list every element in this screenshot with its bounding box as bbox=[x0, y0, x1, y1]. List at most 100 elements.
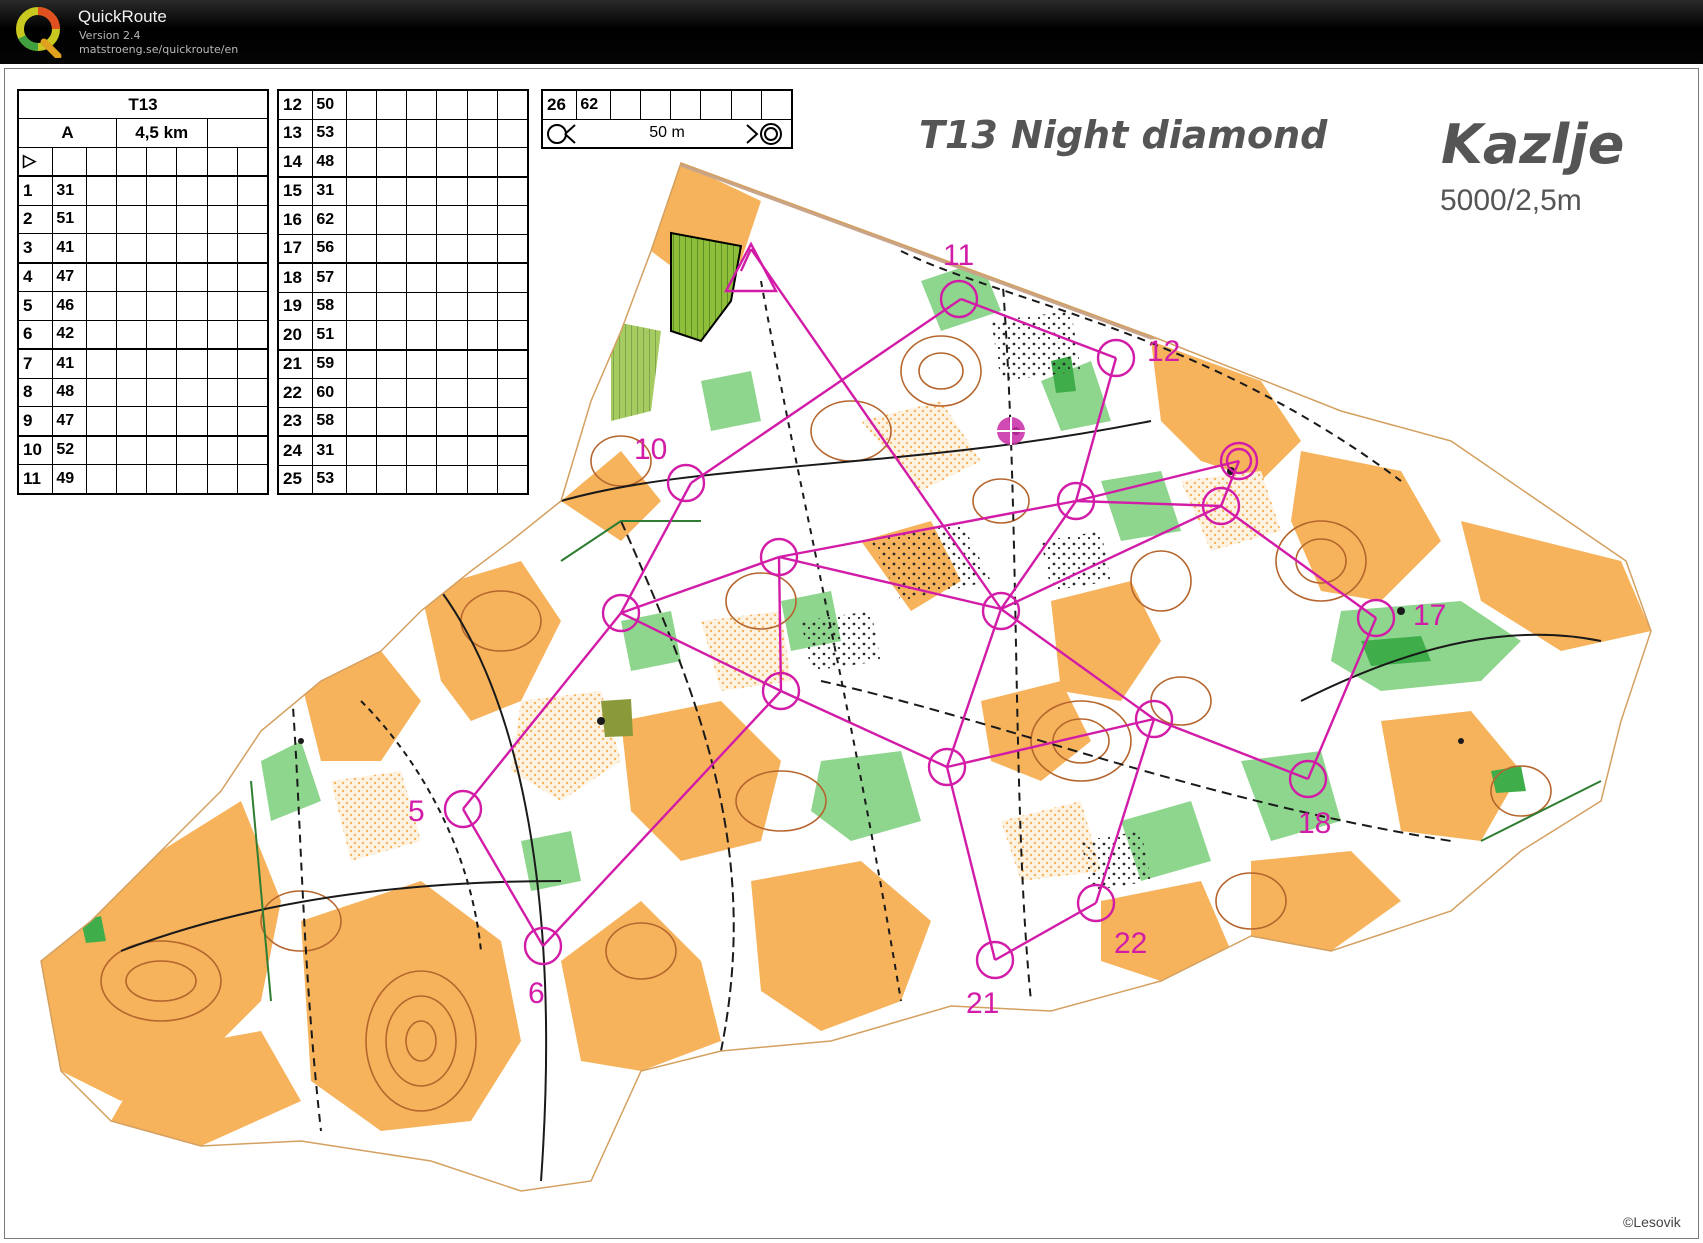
description-cell bbox=[85, 406, 117, 436]
description-cell bbox=[760, 89, 793, 120]
finish-circle-icon bbox=[746, 122, 782, 145]
description-cell bbox=[436, 118, 468, 148]
control-code: 50 bbox=[312, 89, 347, 120]
description-cell bbox=[436, 233, 468, 264]
control-label: 21 bbox=[966, 987, 999, 1020]
description-cell bbox=[206, 435, 238, 465]
description-cell bbox=[176, 406, 208, 436]
description-cell bbox=[496, 89, 529, 120]
description-cell bbox=[406, 320, 438, 350]
description-cell bbox=[436, 435, 468, 466]
control-code: 47 bbox=[52, 262, 87, 292]
description-cell bbox=[176, 319, 208, 350]
description-cell bbox=[236, 233, 269, 263]
description-cell bbox=[115, 348, 148, 379]
control-row: 11 49 bbox=[17, 464, 269, 494]
control-label: 5 bbox=[408, 795, 425, 828]
description-cell bbox=[496, 262, 529, 293]
description-cell bbox=[406, 118, 438, 148]
control-number: 23 bbox=[277, 406, 314, 437]
control-code: 62 bbox=[312, 205, 347, 235]
description-cell bbox=[206, 406, 238, 436]
control-number: 5 bbox=[17, 291, 54, 321]
map-scale-info: 5000/2,5m bbox=[1440, 184, 1582, 217]
control-number: 16 bbox=[277, 205, 314, 235]
control-number: 24 bbox=[277, 435, 314, 466]
control-code: 53 bbox=[312, 464, 347, 495]
description-cell bbox=[176, 175, 208, 206]
map-view[interactable]: 5 6 10 11 12 17 18 21 22 T13 A 4,5 km ▷ … bbox=[4, 68, 1699, 1239]
control-row: 10 52 bbox=[17, 435, 269, 465]
card-length: 4,5 km bbox=[115, 118, 208, 148]
app-version: Version 2.4 bbox=[79, 29, 141, 42]
description-cell bbox=[146, 464, 178, 494]
description-cell bbox=[436, 406, 468, 437]
finish-distance: 50 m bbox=[649, 124, 685, 142]
control-row: 8 48 bbox=[17, 377, 269, 407]
description-cell bbox=[496, 233, 529, 264]
control-description-card: T13 A 4,5 km ▷ 1 31 2 51 3 41 4 47 5 46 6 42 7 41 8 48 9… bbox=[17, 89, 269, 495]
description-cell bbox=[496, 406, 529, 437]
description-cell bbox=[85, 435, 117, 465]
quickroute-logo-icon bbox=[16, 7, 62, 58]
control-code: 31 bbox=[312, 435, 347, 466]
description-cell bbox=[466, 378, 498, 408]
control-code: 57 bbox=[312, 262, 347, 293]
description-cell bbox=[466, 291, 498, 321]
control-label: 6 bbox=[528, 977, 545, 1010]
description-cell bbox=[176, 204, 208, 234]
control-row: 2 51 bbox=[17, 204, 269, 234]
control-row: 15 31 bbox=[277, 176, 529, 206]
description-cell bbox=[206, 377, 238, 407]
description-cell bbox=[146, 233, 178, 263]
description-cell bbox=[466, 205, 498, 235]
description-cell bbox=[375, 205, 408, 235]
description-cell bbox=[146, 348, 178, 379]
description-cell bbox=[639, 89, 672, 120]
description-cell bbox=[496, 464, 529, 495]
control-number: 14 bbox=[277, 147, 314, 177]
description-cell bbox=[176, 377, 208, 407]
control-description-card-3: 26 62 50 m bbox=[541, 89, 793, 149]
description-cell bbox=[466, 89, 498, 120]
control-row: 1 31 bbox=[17, 175, 269, 206]
description-cell bbox=[375, 378, 408, 408]
control-code: 48 bbox=[312, 147, 347, 177]
description-cell bbox=[115, 406, 148, 436]
description-cell bbox=[85, 291, 117, 321]
description-cell bbox=[406, 147, 438, 177]
control-label: 22 bbox=[1114, 927, 1147, 960]
map-copyright: ©Lesovik bbox=[1623, 1214, 1681, 1230]
description-cell bbox=[236, 406, 269, 436]
description-cell bbox=[176, 233, 208, 263]
app-title-bar: QuickRoute Version 2.4 matstroeng.se/qui… bbox=[0, 0, 1703, 64]
description-cell bbox=[146, 262, 178, 292]
description-cell bbox=[85, 233, 117, 263]
description-cell bbox=[375, 176, 408, 206]
description-cell bbox=[406, 435, 438, 466]
description-cell bbox=[206, 175, 238, 206]
description-cell bbox=[236, 377, 269, 407]
description-cell bbox=[85, 262, 117, 292]
description-cell bbox=[85, 377, 117, 407]
card-column-3: 26 62 bbox=[541, 89, 793, 120]
description-cell bbox=[85, 319, 117, 350]
description-cell bbox=[406, 349, 438, 379]
control-row: 20 51 bbox=[277, 320, 529, 350]
description-cell bbox=[345, 205, 377, 235]
description-cell bbox=[436, 464, 468, 495]
description-cell bbox=[345, 233, 377, 264]
description-cell bbox=[375, 435, 408, 466]
description-cell bbox=[115, 319, 148, 350]
control-code: 51 bbox=[312, 320, 347, 350]
description-cell bbox=[236, 348, 269, 379]
description-cell bbox=[406, 406, 438, 437]
control-code: 58 bbox=[312, 406, 347, 437]
control-code: 56 bbox=[312, 233, 347, 264]
control-number: 22 bbox=[277, 378, 314, 408]
description-cell bbox=[236, 435, 269, 465]
control-code: 46 bbox=[52, 291, 87, 321]
control-code: 59 bbox=[312, 349, 347, 379]
description-cell bbox=[466, 320, 498, 350]
description-cell bbox=[85, 348, 117, 379]
